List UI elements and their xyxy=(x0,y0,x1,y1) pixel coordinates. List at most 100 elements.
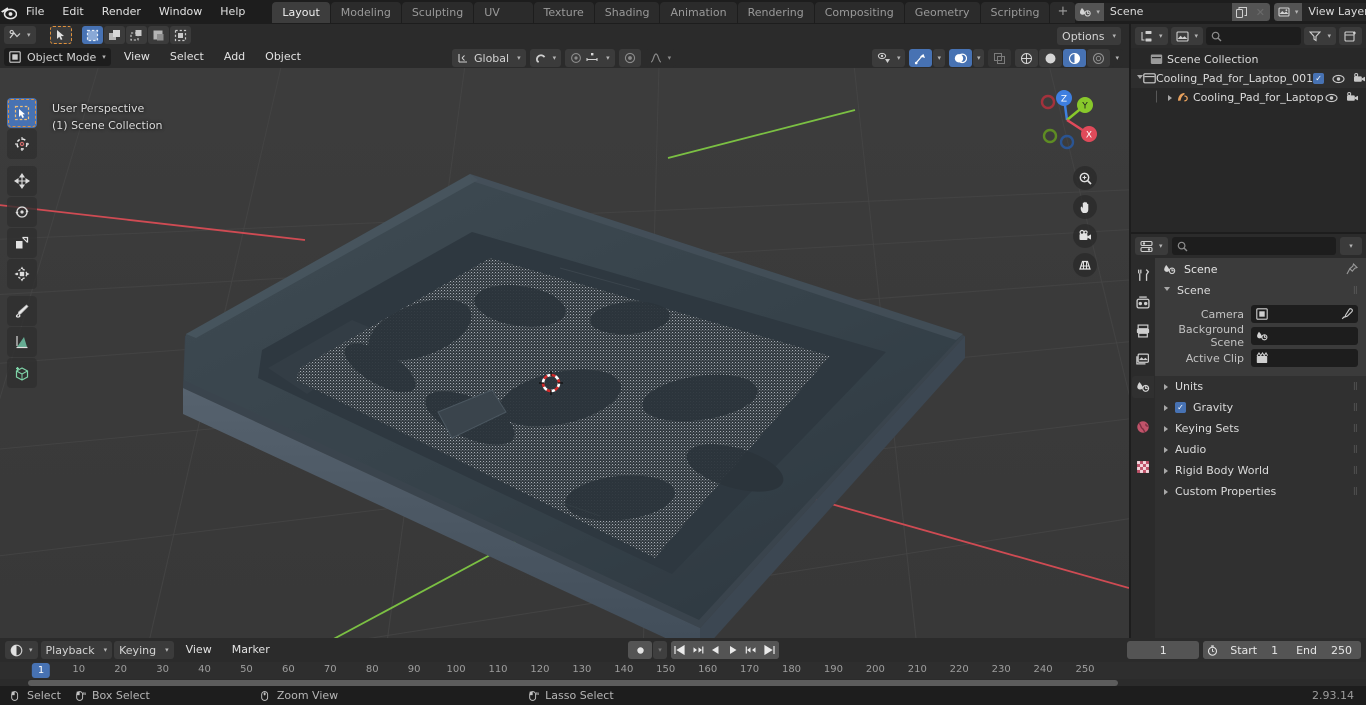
viewport-menu-object[interactable]: Object xyxy=(255,48,311,66)
panel-header-rigid-body-world[interactable]: Rigid Body World ⣿ xyxy=(1155,460,1366,481)
scene-close-icon[interactable]: ✕ xyxy=(1250,3,1270,21)
panel-header-scene[interactable]: Scene ⣿ xyxy=(1155,280,1366,301)
filter-id-icon[interactable]: ▾ xyxy=(1170,27,1204,45)
overlays-dropdown[interactable]: ▾ xyxy=(972,49,985,67)
workspace-tab-geometry-nodes[interactable]: Geometry Nodes xyxy=(904,1,980,40)
pin-icon[interactable] xyxy=(1346,263,1358,275)
tab-scene[interactable] xyxy=(1132,376,1154,398)
jump-end-icon[interactable] xyxy=(760,641,779,659)
properties-options-dropdown[interactable]: ▾ xyxy=(1340,237,1362,255)
zoom-icon[interactable] xyxy=(1073,166,1097,190)
menu-render[interactable]: Render xyxy=(93,3,150,21)
add-cube-tool[interactable] xyxy=(7,358,37,388)
scene-icon[interactable]: ▾ xyxy=(1075,3,1104,21)
property-input-background-scene[interactable] xyxy=(1251,327,1358,345)
select-extend-icon[interactable] xyxy=(103,26,125,44)
panel-drag-grip[interactable]: ⣿ xyxy=(1353,425,1359,432)
timeline-scrollbar[interactable] xyxy=(0,679,1366,686)
outliner-row[interactable]: Cooling_Pad_for_Laptop_001 ✓ xyxy=(1131,69,1366,88)
pan-hand-icon[interactable] xyxy=(1073,195,1097,219)
property-input-active-clip[interactable] xyxy=(1251,349,1358,367)
camera-render-icon[interactable] xyxy=(1346,92,1359,103)
tweak-cursor-icon[interactable] xyxy=(49,26,72,44)
annotate-tool[interactable] xyxy=(7,296,37,326)
menu-help[interactable]: Help xyxy=(211,3,254,21)
select-invert-icon[interactable] xyxy=(147,26,169,44)
material-preview-shading-icon[interactable] xyxy=(1063,49,1087,67)
frame-end[interactable]: End 250 xyxy=(1287,641,1361,659)
new-collection-icon[interactable] xyxy=(1339,27,1362,45)
scene-selector[interactable]: ▾ Scene ✕ xyxy=(1075,3,1270,21)
tab-texture[interactable] xyxy=(1132,456,1154,478)
tab-tool[interactable] xyxy=(1132,264,1154,286)
workspace-tab-layout[interactable]: Layout xyxy=(272,1,330,23)
panel-header-custom-properties[interactable]: Custom Properties ⣿ xyxy=(1155,481,1366,502)
outliner-search-input[interactable] xyxy=(1206,27,1302,45)
falloff-curve-icon[interactable]: ▾ xyxy=(644,49,677,67)
scale-tool[interactable] xyxy=(7,228,37,258)
object-types-visibility-icon[interactable]: ▾ xyxy=(871,49,906,67)
viewport-options-button[interactable]: Options ▾ xyxy=(1057,27,1121,45)
camera-icon[interactable] xyxy=(1073,224,1097,248)
tab-render[interactable] xyxy=(1132,292,1154,314)
panel-drag-grip[interactable]: ⣿ xyxy=(1353,446,1359,453)
pivot-point-icon[interactable] xyxy=(618,49,641,67)
play-icon[interactable] xyxy=(724,641,743,659)
outliner-row[interactable]: Scene Collection xyxy=(1131,50,1366,69)
measure-tool[interactable] xyxy=(7,327,37,357)
select-intersect-icon[interactable] xyxy=(169,26,191,44)
proportional-edit-icon[interactable]: ▾ xyxy=(565,49,615,67)
snap-magnet-icon[interactable]: ▾ xyxy=(529,49,562,67)
eye-icon[interactable] xyxy=(1325,93,1338,103)
tab-world[interactable] xyxy=(1132,416,1154,438)
tab-view-layer[interactable] xyxy=(1132,348,1154,370)
transform-tool[interactable] xyxy=(7,259,37,289)
select-subtract-icon[interactable] xyxy=(125,26,147,44)
timeline-menu-playback[interactable]: Playback ▾ xyxy=(40,641,113,659)
timeline-menu-marker[interactable]: Marker xyxy=(222,641,280,659)
viewport-menu-view[interactable]: View xyxy=(114,48,160,66)
workspace-tab-scripting[interactable]: Scripting xyxy=(980,1,1050,23)
frame-start[interactable]: Start 1 xyxy=(1221,641,1287,659)
play-reverse-icon[interactable] xyxy=(706,641,725,659)
blender-logo-icon[interactable] xyxy=(0,0,17,24)
shading-dropdown[interactable]: ▾ xyxy=(1111,49,1123,67)
rotate-tool[interactable] xyxy=(7,197,37,227)
tab-output[interactable] xyxy=(1132,320,1154,342)
view-layer-selector[interactable]: ▾ View Layer ✕ xyxy=(1273,3,1366,21)
wireframe-shading-icon[interactable] xyxy=(1015,49,1039,67)
view-layer-icon[interactable]: ▾ xyxy=(1273,3,1303,21)
panel-header-gravity[interactable]: ✓ Gravity ⣿ xyxy=(1155,397,1366,418)
overlays-icon[interactable] xyxy=(948,49,972,67)
editor-type-icon[interactable]: ▾ xyxy=(4,26,36,44)
current-frame-field[interactable]: 1 xyxy=(1127,641,1200,659)
navigation-gizmo[interactable]: Z Y X xyxy=(1027,80,1107,160)
add-workspace-button[interactable]: + xyxy=(1050,1,1076,23)
menu-edit[interactable]: Edit xyxy=(53,3,92,21)
workspace-tab-animation[interactable]: Animation xyxy=(660,1,737,23)
properties-editor-icon[interactable]: ▾ xyxy=(1135,237,1168,255)
timeline-menu-view[interactable]: View xyxy=(176,641,222,659)
record-icon[interactable] xyxy=(628,641,653,659)
workspace-tab-shading[interactable]: Shading xyxy=(594,1,660,23)
outliner-display-mode-icon[interactable]: ▾ xyxy=(1135,27,1168,45)
panel-header-keying-sets[interactable]: Keying Sets ⣿ xyxy=(1155,418,1366,439)
solid-shading-icon[interactable] xyxy=(1039,49,1063,67)
scene-duplicate-icon[interactable] xyxy=(1231,3,1251,21)
gizmo-icon[interactable] xyxy=(909,49,933,67)
viewport-canvas[interactable]: User Perspective (1) Scene Collection Z … xyxy=(0,68,1129,660)
timeline-editor-icon[interactable]: ▾ xyxy=(5,641,38,659)
outliner-tree[interactable]: Scene Collection Cooling_Pad_for_Laptop_0… xyxy=(1131,48,1366,232)
move-tool[interactable] xyxy=(7,166,37,196)
outliner-expander[interactable] xyxy=(1163,94,1176,101)
checkbox-checked-icon[interactable]: ✓ xyxy=(1313,73,1325,84)
workspace-tab-modeling[interactable]: Modeling xyxy=(330,1,401,23)
timeline-menu-keying[interactable]: Keying ▾ xyxy=(114,641,174,659)
menu-file[interactable]: File xyxy=(17,3,53,21)
prev-keyframe-icon[interactable] xyxy=(688,641,707,659)
panel-header-audio[interactable]: Audio ⣿ xyxy=(1155,439,1366,460)
workspace-tab-texture-paint[interactable]: Texture Paint xyxy=(533,1,594,40)
stopwatch-icon[interactable] xyxy=(1203,641,1222,659)
workspace-tab-uv-editing[interactable]: UV Editing xyxy=(474,1,533,40)
transform-orientation-dropdown[interactable]: Global ▾ xyxy=(452,49,526,67)
